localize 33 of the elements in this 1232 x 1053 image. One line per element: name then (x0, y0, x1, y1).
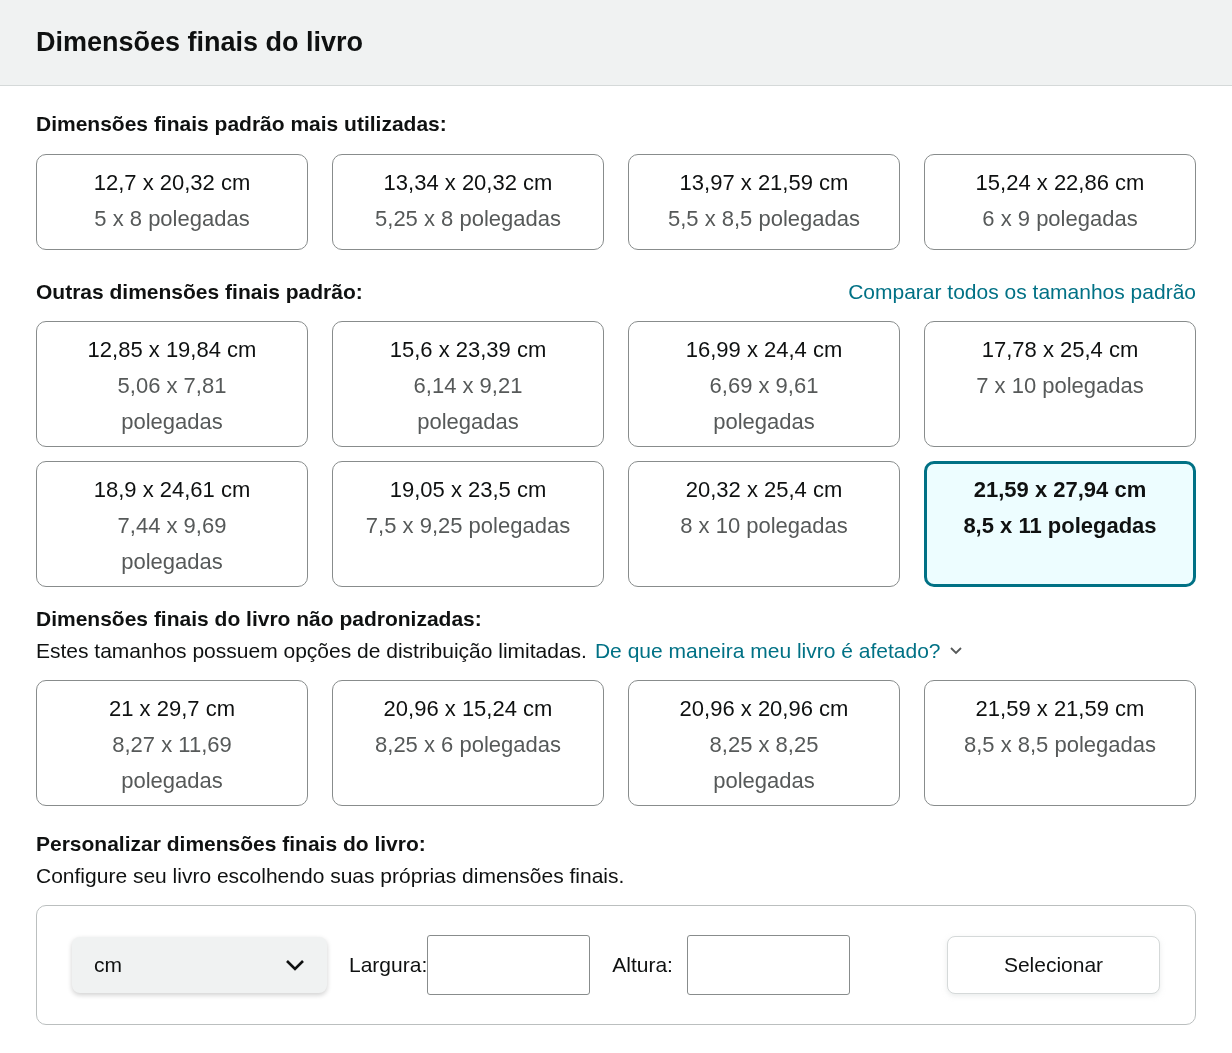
section-heading: Dimensões finais do livro não padronizadas: (36, 606, 483, 632)
size-option[interactable]: 12,85 x 19,84 cm 5,06 x 7,81 polegadas (36, 321, 308, 447)
section-heading: Personalizar dimensões finais do livro: (36, 831, 427, 857)
chevron-down-icon (948, 645, 963, 656)
section-heading: Outras dimensões finais padrão: (36, 278, 363, 305)
section-heading: Dimensões finais padrão mais utilizadas: (36, 111, 448, 137)
size-option[interactable]: 20,96 x 20,96 cm 8,25 x 8,25 polegadas (628, 680, 900, 806)
size-option[interactable]: 21,59 x 27,94 cm 8,5 x 11 polegadas (924, 461, 1196, 587)
help-link[interactable]: De que maneira meu livro é afetado? (594, 634, 941, 666)
size-option[interactable]: 20,32 x 25,4 cm 8 x 10 polegadas (628, 461, 900, 587)
size-option[interactable]: 21 x 29,7 cm 8,27 x 11,69 polegadas (36, 680, 308, 806)
chevron-down-icon (285, 958, 305, 972)
width-label: Largura: (349, 952, 428, 979)
select-button[interactable]: Selecionar (947, 936, 1160, 994)
compare-sizes-link[interactable]: Comparar todos os tamanhos padrão (848, 275, 1196, 307)
section-note: Configure seu livro escolhendo suas próprias dimensões finais. (36, 862, 626, 889)
size-option[interactable]: 16,99 x 24,4 cm 6,69 x 9,61 polegadas (628, 321, 900, 447)
size-option[interactable]: 12,7 x 20,32 cm 5 x 8 polegadas (36, 153, 308, 250)
size-option[interactable]: 19,05 x 23,5 cm 7,5 x 9,25 polegadas (332, 461, 604, 587)
size-option[interactable]: 15,6 x 23,39 cm 6,14 x 9,21 polegadas (332, 321, 604, 447)
width-input[interactable] (427, 935, 591, 995)
section-note: Estes tamanhos possuem opções de distribuição limitadas. (36, 637, 587, 664)
size-option[interactable]: 17,78 x 25,4 cm 7 x 10 polegadas (924, 321, 1196, 447)
dialog-title: Dimensões finais do livro (36, 26, 364, 60)
size-option[interactable]: 15,24 x 22,86 cm 6 x 9 polegadas (924, 153, 1196, 250)
size-option[interactable]: 18,9 x 24,61 cm 7,44 x 9,69 polegadas (36, 461, 308, 587)
size-option[interactable]: 13,97 x 21,59 cm 5,5 x 8,5 polegadas (628, 153, 900, 250)
size-option[interactable]: 20,96 x 15,24 cm 8,25 x 6 polegadas (332, 680, 604, 806)
unit-dropdown[interactable]: cm (72, 937, 327, 993)
size-option[interactable]: 21,59 x 21,59 cm 8,5 x 8,5 polegadas (924, 680, 1196, 806)
height-label: Altura: (612, 952, 673, 979)
height-input[interactable] (686, 935, 850, 995)
size-option[interactable]: 13,34 x 20,32 cm 5,25 x 8 polegadas (332, 153, 604, 250)
